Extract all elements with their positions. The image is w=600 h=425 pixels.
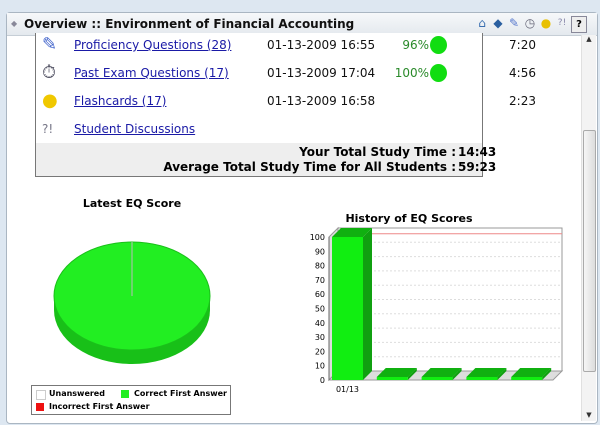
vertical-scrollbar[interactable]: ▲ ▼ — [581, 35, 596, 421]
y-tick-label: 80 — [315, 262, 325, 271]
y-tick-label: 40 — [315, 319, 325, 328]
scrollbar-thumb[interactable] — [583, 130, 596, 372]
bar — [466, 377, 498, 380]
bar — [421, 377, 453, 380]
scroll-up-arrow[interactable]: ▲ — [582, 35, 596, 43]
legend-label: Correct First Answer — [134, 389, 227, 398]
y-tick-label: 90 — [315, 247, 325, 256]
x-tick-label: 01/13 — [336, 385, 359, 394]
bar — [332, 237, 363, 380]
overview-panel: ◆ Overview :: Environment of Financial A… — [6, 12, 598, 424]
y-tick-label: 30 — [315, 333, 325, 342]
pie-title: Latest EQ Score — [83, 197, 181, 210]
bar — [376, 377, 408, 380]
y-tick-label: 0 — [320, 376, 325, 385]
legend-label: Unanswered — [49, 389, 105, 398]
bar — [511, 377, 543, 380]
scroll-down-arrow[interactable]: ▼ — [582, 411, 596, 419]
legend-swatch-unanswered — [36, 390, 46, 400]
y-tick-label: 10 — [315, 362, 325, 371]
legend-swatch-correct — [121, 390, 129, 398]
y-tick-label: 100 — [310, 233, 325, 242]
legend-label: Incorrect First Answer — [49, 402, 150, 411]
y-tick-label: 20 — [315, 347, 325, 356]
y-tick-label: 60 — [315, 290, 325, 299]
y-tick-label: 70 — [315, 276, 325, 285]
pie-legend: Unanswered Correct First Answer Incorrec… — [31, 385, 231, 415]
bar-side — [363, 228, 372, 380]
charts: Latest EQ Score History of EQ Scores 0 10… — [53, 197, 564, 394]
y-tick-label: 50 — [315, 305, 325, 314]
bar-title: History of EQ Scores — [345, 212, 473, 225]
legend-swatch-incorrect — [36, 403, 44, 411]
